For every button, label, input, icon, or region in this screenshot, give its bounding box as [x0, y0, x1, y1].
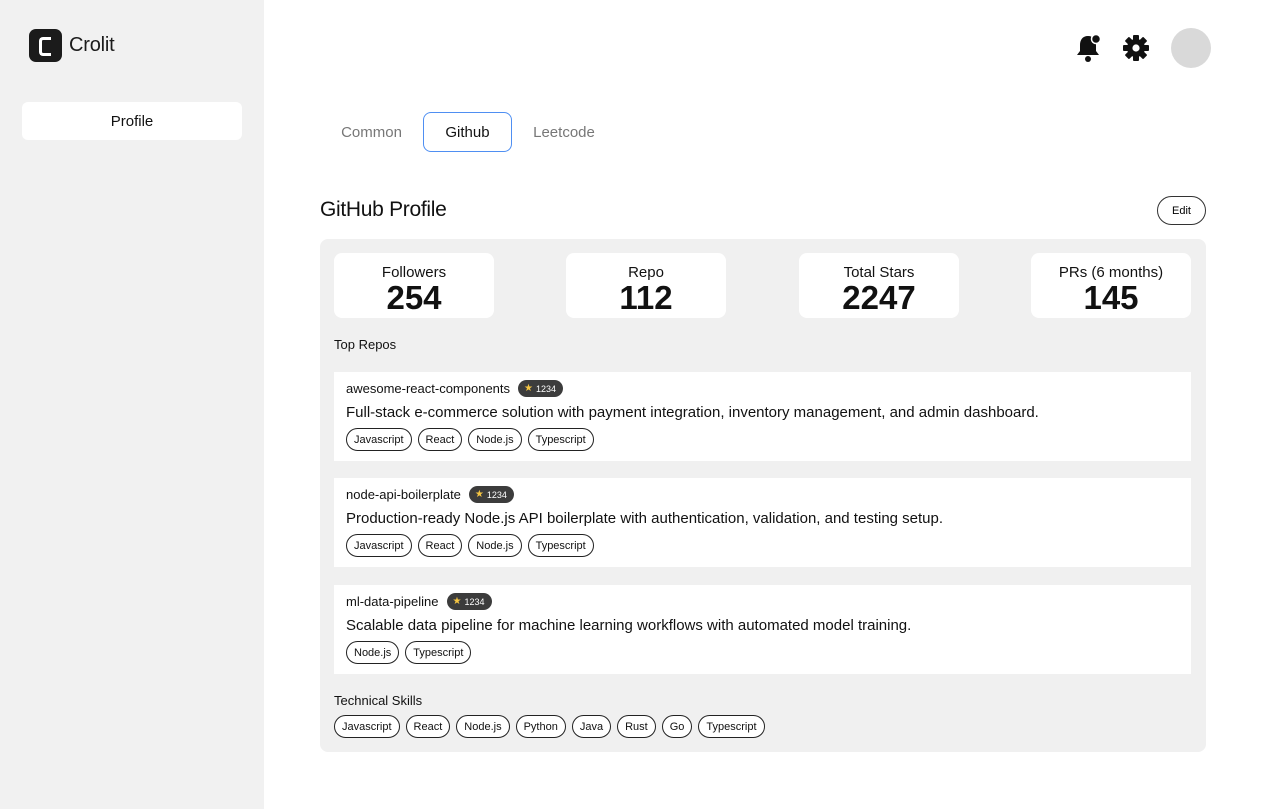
- repo-header: node-api-boilerplate ★ 1234: [346, 486, 514, 503]
- tab-common[interactable]: Common: [320, 112, 423, 152]
- skill-tag: Rust: [617, 715, 656, 738]
- skill-tag: Node.js: [456, 715, 510, 738]
- sidebar-item-profile[interactable]: Profile: [22, 102, 242, 140]
- edit-button[interactable]: Edit: [1157, 196, 1206, 225]
- repo-name[interactable]: node-api-boilerplate: [346, 487, 461, 502]
- app-root: Crolit Profile Common Github Leetcode Gi…: [0, 0, 1280, 809]
- skill-tag: Javascript: [334, 715, 400, 738]
- app-logo[interactable]: Crolit: [29, 29, 115, 62]
- repo-tags: Javascript React Node.js Typescript: [346, 534, 600, 557]
- top-repos-heading: Top Repos: [334, 337, 397, 352]
- tag: Node.js: [468, 534, 522, 557]
- tab-github[interactable]: Github: [423, 112, 512, 152]
- repo-tags: Javascript React Node.js Typescript: [346, 428, 600, 451]
- tag: React: [417, 534, 463, 557]
- technical-skills-heading: Technical Skills: [334, 693, 423, 708]
- stat-value: 145: [1083, 279, 1139, 316]
- tag: Typescript: [527, 428, 594, 451]
- repo-card[interactable]: ml-data-pipeline ★ 1234 Scalable data pi…: [334, 585, 1191, 674]
- skill-tag: Java: [571, 715, 612, 738]
- star-icon: ★: [524, 383, 533, 394]
- stat-value: 112: [619, 279, 673, 316]
- star-count: 1234: [464, 596, 485, 607]
- gear-icon[interactable]: [1123, 35, 1149, 61]
- tag: Node.js: [468, 428, 522, 451]
- repo-name[interactable]: awesome-react-components: [346, 381, 510, 396]
- repo-description: Full-stack e-commerce solution with paym…: [346, 404, 1039, 421]
- app-name: Crolit: [69, 34, 115, 56]
- repo-description: Production-ready Node.js API boilerplate…: [346, 510, 944, 527]
- profile-tabs: Common Github Leetcode: [320, 112, 616, 152]
- skill-tag: Go: [661, 715, 693, 738]
- tag: Javascript: [346, 534, 412, 557]
- repo-description: Scalable data pipeline for machine learn…: [346, 617, 912, 634]
- bell-icon[interactable]: [1074, 33, 1102, 63]
- sidebar: Crolit Profile: [0, 0, 264, 809]
- repo-header: ml-data-pipeline ★ 1234: [346, 593, 492, 610]
- tag: Typescript: [527, 534, 594, 557]
- repo-tags: Node.js Typescript: [346, 641, 477, 664]
- star-badge: ★ 1234: [446, 593, 492, 610]
- stat-card-prs: PRs (6 months) 145: [1031, 253, 1191, 318]
- tag: Node.js: [346, 641, 400, 664]
- star-count: 1234: [486, 489, 507, 500]
- repo-header: awesome-react-components ★ 1234: [346, 380, 564, 397]
- tag: React: [417, 428, 463, 451]
- tab-leetcode[interactable]: Leetcode: [512, 112, 616, 152]
- stat-card-total-stars: Total Stars 2247: [799, 253, 959, 318]
- tag: Javascript: [346, 428, 412, 451]
- star-count: 1234: [536, 383, 557, 394]
- crolit-logo-icon: [29, 29, 62, 62]
- stat-card-repo: Repo 112: [566, 253, 726, 318]
- stat-card-followers: Followers 254: [334, 253, 494, 318]
- stat-value: 2247: [842, 279, 916, 316]
- stat-value: 254: [386, 279, 442, 316]
- repo-name[interactable]: ml-data-pipeline: [346, 594, 439, 609]
- github-profile-panel: Followers 254 Repo 112 Total Stars 2247 …: [320, 239, 1206, 752]
- skills-tags: Javascript React Node.js Python Java Rus…: [334, 715, 771, 738]
- skill-tag: Typescript: [698, 715, 765, 738]
- star-icon: ★: [474, 489, 484, 500]
- star-icon: ★: [452, 596, 462, 607]
- repo-card[interactable]: awesome-react-components ★ 1234 Full-sta…: [334, 372, 1191, 461]
- repo-card[interactable]: node-api-boilerplate ★ 1234 Production-r…: [334, 478, 1191, 567]
- skill-tag: Python: [515, 715, 566, 738]
- avatar[interactable]: [1171, 28, 1211, 68]
- skill-tag: React: [405, 715, 451, 738]
- tag: Typescript: [405, 641, 472, 664]
- page-title: GitHub Profile: [320, 198, 447, 221]
- star-badge: ★ 1234: [518, 380, 564, 397]
- star-badge: ★ 1234: [468, 486, 514, 503]
